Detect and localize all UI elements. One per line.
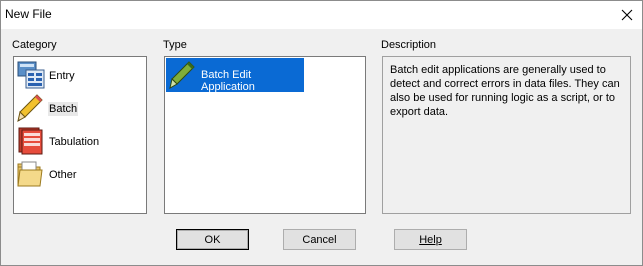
category-item-batch[interactable]: Batch bbox=[14, 91, 146, 124]
help-button[interactable]: Help bbox=[394, 229, 467, 250]
form-entry-icon bbox=[17, 61, 45, 89]
help-button-label: Help bbox=[419, 233, 442, 246]
description-text: Batch edit applications are generally us… bbox=[390, 64, 620, 118]
new-file-dialog: New File Category Type Description Entry bbox=[0, 0, 643, 266]
category-item-label: Other bbox=[49, 169, 77, 181]
close-icon bbox=[621, 9, 633, 21]
window-title: New File bbox=[5, 7, 52, 21]
category-item-label: Entry bbox=[49, 70, 75, 82]
ok-button-label: OK bbox=[204, 233, 221, 246]
close-button[interactable] bbox=[612, 1, 642, 29]
cancel-button-label: Cancel bbox=[302, 233, 337, 246]
category-item-entry[interactable]: Entry bbox=[14, 58, 146, 91]
pencil-icon bbox=[17, 94, 43, 122]
category-list[interactable]: Entry Batch Tabulation Other bbox=[13, 56, 147, 214]
cancel-button[interactable]: Cancel bbox=[283, 229, 356, 250]
type-label: Type bbox=[163, 39, 187, 51]
pencil-icon bbox=[169, 61, 195, 89]
category-item-other[interactable]: Other bbox=[14, 157, 146, 190]
description-label: Description bbox=[381, 39, 437, 51]
ok-button[interactable]: OK bbox=[176, 229, 249, 250]
category-label: Category bbox=[12, 39, 57, 51]
category-item-label: Tabulation bbox=[49, 136, 100, 148]
type-list[interactable]: Batch Edit Application bbox=[164, 56, 366, 214]
tabulation-icon bbox=[18, 127, 43, 155]
category-item-label: Batch bbox=[48, 102, 79, 116]
title-bar: New File bbox=[1, 1, 642, 29]
description-box: Batch edit applications are generally us… bbox=[382, 56, 631, 214]
type-item-label: Batch Edit Application bbox=[201, 69, 255, 93]
type-item-batch-edit-application[interactable]: Batch Edit Application bbox=[166, 58, 304, 93]
folder-icon bbox=[17, 161, 43, 187]
category-item-tabulation[interactable]: Tabulation bbox=[14, 124, 146, 157]
